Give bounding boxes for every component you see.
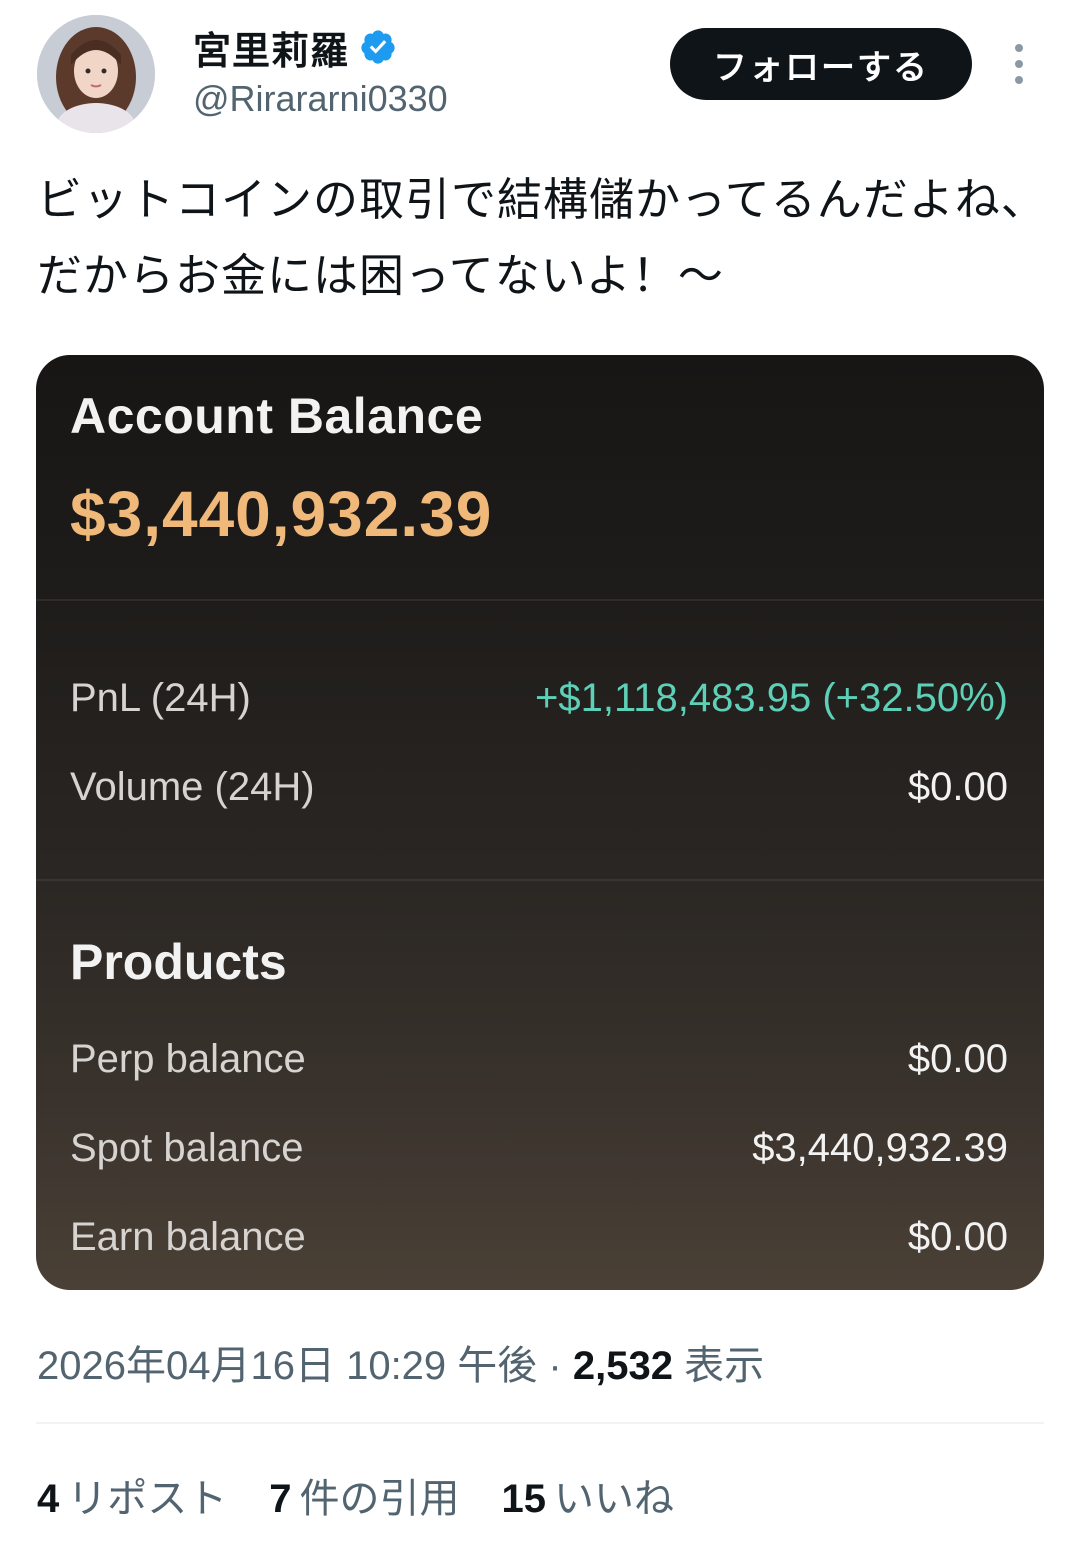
- earn-balance-row: Earn balance $0.00: [70, 1207, 1008, 1267]
- volume-value: $0.00: [907, 764, 1008, 809]
- name-row: 宮里莉羅: [193, 20, 397, 75]
- perp-balance-value: $0.00: [907, 1036, 1008, 1081]
- spot-balance-row: Spot balance $3,440,932.39: [70, 1118, 1008, 1178]
- tweet-meta: 2026年04月16日 10:29 午後 · 2,532 表示: [37, 1333, 764, 1391]
- user-handle[interactable]: @Rirararni0330: [193, 78, 448, 120]
- more-vertical-icon[interactable]: [1004, 40, 1034, 88]
- display-name[interactable]: 宮里莉羅: [193, 20, 349, 75]
- pnl-value: +$1,118,483.95 (+32.50%): [535, 675, 1008, 720]
- quotes-label: 件の引用: [299, 1477, 460, 1521]
- spot-balance-label: Spot balance: [70, 1125, 304, 1170]
- reposts-label: リポスト: [67, 1477, 228, 1521]
- tweet-timestamp[interactable]: 2026年04月16日 10:29 午後: [37, 1344, 537, 1388]
- earn-balance-value: $0.00: [907, 1214, 1008, 1259]
- volume-row: Volume (24H) $0.00: [70, 757, 1008, 817]
- pnl-label: PnL (24H): [70, 675, 251, 720]
- avatar[interactable]: [37, 15, 155, 133]
- perp-balance-row: Perp balance $0.00: [70, 1029, 1008, 1089]
- account-balance-title: Account Balance: [70, 388, 484, 444]
- card-divider: [36, 599, 1044, 601]
- views-count: 2,532: [572, 1344, 673, 1388]
- likes-count: 15: [501, 1477, 547, 1521]
- reposts-count: 4: [37, 1477, 60, 1521]
- views-label: 表示: [672, 1344, 765, 1388]
- likes-stat[interactable]: 15 いいね: [502, 1466, 675, 1524]
- tweet-header: 宮里莉羅 @Rirararni0330 フォローする: [0, 0, 1080, 150]
- avatar-image: [37, 15, 155, 133]
- engagement-stats: 4 リポスト 7 件の引用 15 いいね: [37, 1466, 716, 1524]
- reposts-stat[interactable]: 4 リポスト: [37, 1466, 227, 1524]
- divider: [36, 1422, 1044, 1424]
- quotes-count: 7: [269, 1477, 292, 1521]
- verified-badge-icon: [359, 28, 397, 66]
- tweet-text: ビットコインの取引で結構儲かってるんだよね、だからお金には困ってないよ！〜: [37, 173, 1047, 302]
- likes-label: いいね: [554, 1477, 674, 1521]
- card-divider: [36, 879, 1044, 881]
- perp-balance-label: Perp balance: [70, 1036, 306, 1081]
- volume-label: Volume (24H): [70, 764, 315, 809]
- products-title: Products: [70, 934, 287, 990]
- quotes-stat[interactable]: 7 件の引用: [269, 1466, 459, 1524]
- spot-balance-value: $3,440,932.39: [752, 1125, 1008, 1170]
- follow-button[interactable]: フォローする: [670, 28, 972, 100]
- account-balance-total: $3,440,932.39: [70, 478, 493, 550]
- earn-balance-label: Earn balance: [70, 1214, 306, 1259]
- meta-separator: ·: [537, 1344, 573, 1388]
- pnl-row: PnL (24H) +$1,118,483.95 (+32.50%): [70, 668, 1008, 728]
- tweet-image-account-balance[interactable]: Account Balance $3,440,932.39 PnL (24H) …: [36, 355, 1044, 1290]
